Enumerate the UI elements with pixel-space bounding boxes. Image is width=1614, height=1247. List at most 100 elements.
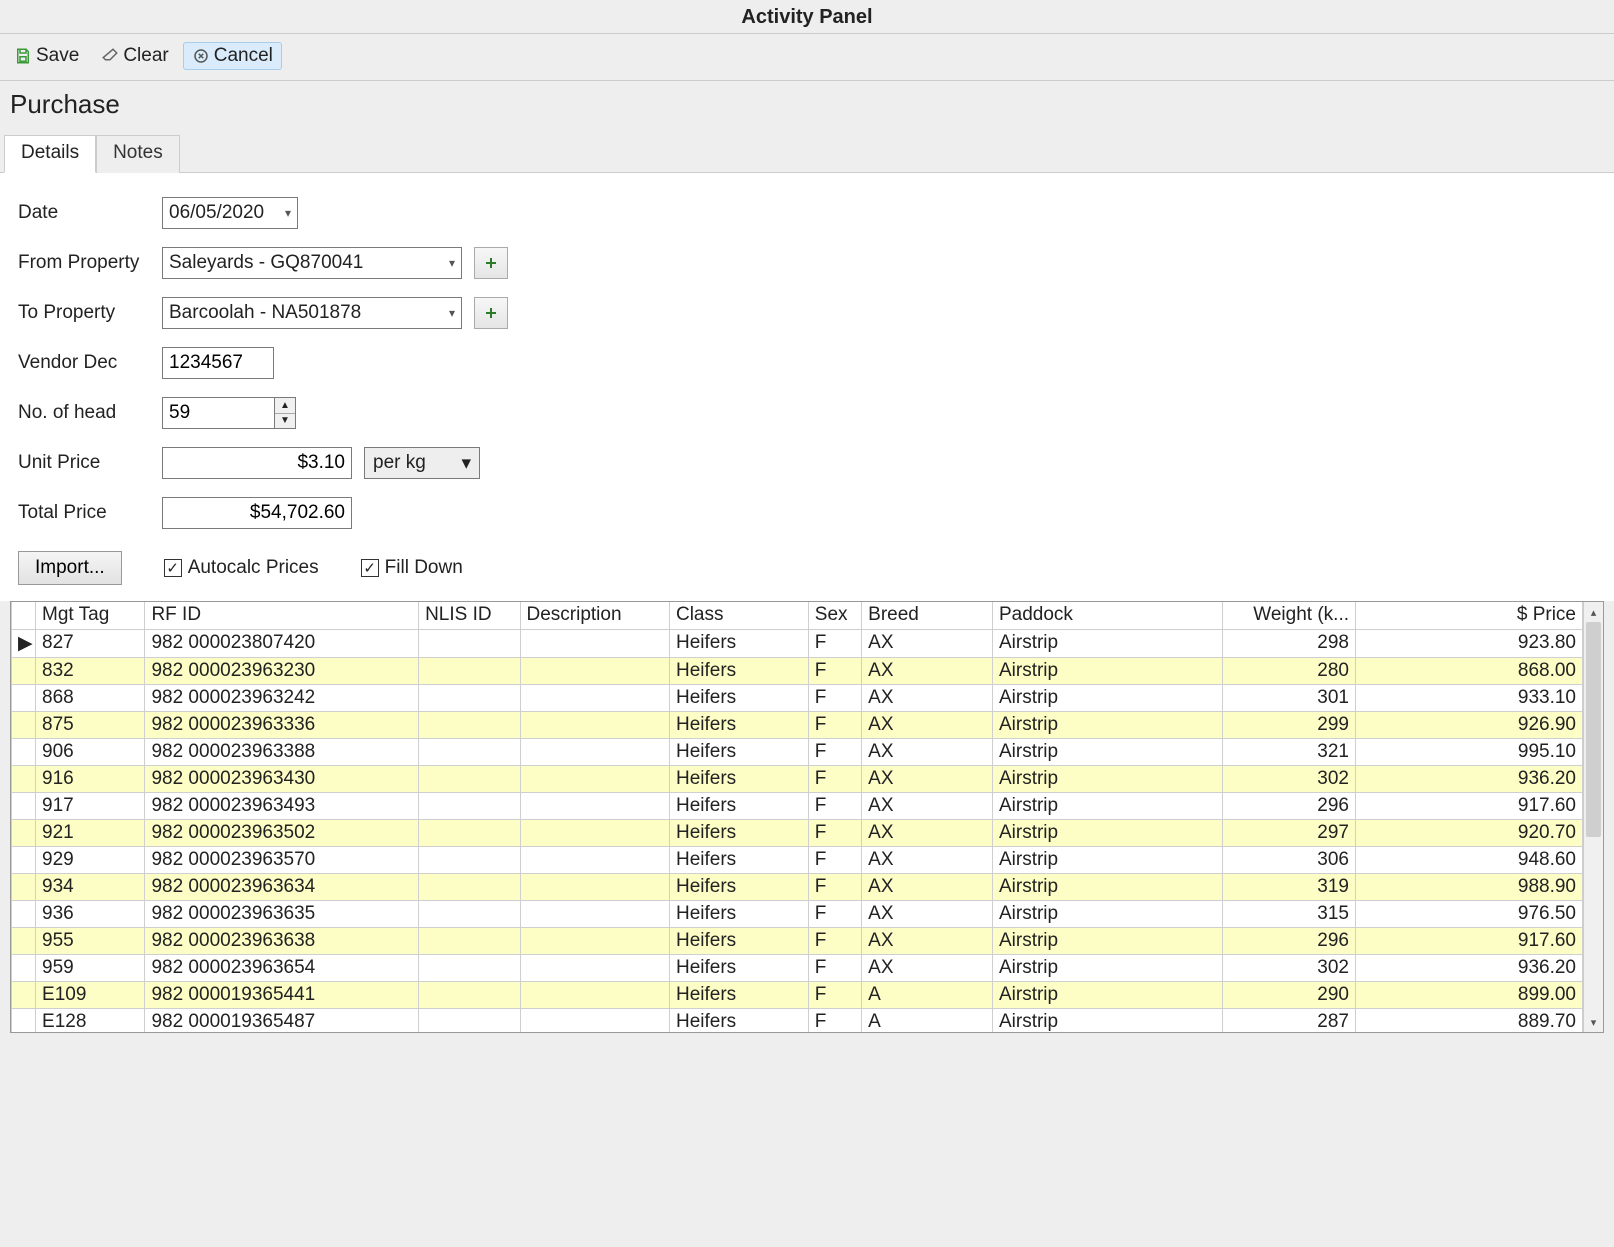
cell-weight[interactable]: 321 xyxy=(1222,738,1355,765)
cell-sex[interactable]: F xyxy=(808,657,861,684)
col-nlis-id[interactable]: NLIS ID xyxy=(419,602,520,629)
cell-weight[interactable]: 298 xyxy=(1222,629,1355,657)
cell-price[interactable]: 920.70 xyxy=(1356,819,1583,846)
cell-rf-id[interactable]: 982 000019365487 xyxy=(145,1008,419,1032)
cell-breed[interactable]: AX xyxy=(862,846,993,873)
table-row[interactable]: 916982 000023963430HeifersFAXAirstrip302… xyxy=(12,765,1583,792)
cell-sex[interactable]: F xyxy=(808,1008,861,1032)
table-row[interactable]: 868982 000023963242HeifersFAXAirstrip301… xyxy=(12,684,1583,711)
cell-paddock[interactable]: Airstrip xyxy=(992,684,1222,711)
cell-mgt-tag[interactable]: 916 xyxy=(36,765,145,792)
from-property-add-button[interactable] xyxy=(474,247,508,279)
cell-breed[interactable]: AX xyxy=(862,819,993,846)
cell-paddock[interactable]: Airstrip xyxy=(992,927,1222,954)
cell-mgt-tag[interactable]: 827 xyxy=(36,629,145,657)
cell-rf-id[interactable]: 982 000023963493 xyxy=(145,792,419,819)
cell-sex[interactable]: F xyxy=(808,873,861,900)
cell-mgt-tag[interactable]: 906 xyxy=(36,738,145,765)
cell-nlis-id[interactable] xyxy=(419,765,520,792)
cell-sex[interactable]: F xyxy=(808,819,861,846)
tab-details[interactable]: Details xyxy=(4,135,96,173)
col-mgt-tag[interactable]: Mgt Tag xyxy=(36,602,145,629)
cell-mgt-tag[interactable]: 832 xyxy=(36,657,145,684)
cell-sex[interactable]: F xyxy=(808,792,861,819)
cell-paddock[interactable]: Airstrip xyxy=(992,981,1222,1008)
cell-price[interactable]: 936.20 xyxy=(1356,954,1583,981)
cell-description[interactable] xyxy=(520,657,669,684)
cell-rf-id[interactable]: 982 000023963634 xyxy=(145,873,419,900)
to-property-select[interactable]: Barcoolah - NA501878 ▾ xyxy=(162,297,462,329)
cell-price[interactable]: 976.50 xyxy=(1356,900,1583,927)
cell-sex[interactable]: F xyxy=(808,981,861,1008)
cell-nlis-id[interactable] xyxy=(419,981,520,1008)
cell-breed[interactable]: AX xyxy=(862,684,993,711)
cell-price[interactable]: 936.20 xyxy=(1356,765,1583,792)
cell-breed[interactable]: AX xyxy=(862,657,993,684)
total-price-input[interactable] xyxy=(162,497,352,529)
cancel-button[interactable]: Cancel xyxy=(183,42,282,70)
cell-weight[interactable]: 280 xyxy=(1222,657,1355,684)
cell-breed[interactable]: AX xyxy=(862,738,993,765)
cell-weight[interactable]: 306 xyxy=(1222,846,1355,873)
stepper-up[interactable]: ▲ xyxy=(275,398,295,414)
cell-class[interactable]: Heifers xyxy=(669,1008,808,1032)
cell-class[interactable]: Heifers xyxy=(669,792,808,819)
table-row[interactable]: 832982 000023963230HeifersFAXAirstrip280… xyxy=(12,657,1583,684)
cell-description[interactable] xyxy=(520,792,669,819)
cell-weight[interactable]: 299 xyxy=(1222,711,1355,738)
cell-weight[interactable]: 319 xyxy=(1222,873,1355,900)
col-rf-id[interactable]: RF ID xyxy=(145,602,419,629)
cell-mgt-tag[interactable]: 875 xyxy=(36,711,145,738)
cell-rf-id[interactable]: 982 000023963430 xyxy=(145,765,419,792)
cell-mgt-tag[interactable]: 936 xyxy=(36,900,145,927)
cell-nlis-id[interactable] xyxy=(419,711,520,738)
from-property-select[interactable]: Saleyards - GQ870041 ▾ xyxy=(162,247,462,279)
col-paddock[interactable]: Paddock xyxy=(992,602,1222,629)
col-sex[interactable]: Sex xyxy=(808,602,861,629)
cell-class[interactable]: Heifers xyxy=(669,711,808,738)
cell-nlis-id[interactable] xyxy=(419,1008,520,1032)
cell-nlis-id[interactable] xyxy=(419,819,520,846)
cell-sex[interactable]: F xyxy=(808,765,861,792)
cell-breed[interactable]: A xyxy=(862,1008,993,1032)
cell-weight[interactable]: 297 xyxy=(1222,819,1355,846)
cell-rf-id[interactable]: 982 000023963230 xyxy=(145,657,419,684)
cell-price[interactable]: 899.00 xyxy=(1356,981,1583,1008)
cell-mgt-tag[interactable]: E128 xyxy=(36,1008,145,1032)
cell-weight[interactable]: 315 xyxy=(1222,900,1355,927)
import-button[interactable]: Import... xyxy=(18,551,122,585)
cell-class[interactable]: Heifers xyxy=(669,981,808,1008)
cell-price[interactable]: 917.60 xyxy=(1356,927,1583,954)
cell-paddock[interactable]: Airstrip xyxy=(992,900,1222,927)
cell-nlis-id[interactable] xyxy=(419,873,520,900)
cell-class[interactable]: Heifers xyxy=(669,873,808,900)
cell-paddock[interactable]: Airstrip xyxy=(992,629,1222,657)
cell-weight[interactable]: 302 xyxy=(1222,765,1355,792)
cell-paddock[interactable]: Airstrip xyxy=(992,738,1222,765)
table-row[interactable]: 917982 000023963493HeifersFAXAirstrip296… xyxy=(12,792,1583,819)
table-row[interactable]: 921982 000023963502HeifersFAXAirstrip297… xyxy=(12,819,1583,846)
cell-paddock[interactable]: Airstrip xyxy=(992,873,1222,900)
autocalc-checkbox[interactable]: ✓ Autocalc Prices xyxy=(164,557,319,579)
table-row[interactable]: 875982 000023963336HeifersFAXAirstrip299… xyxy=(12,711,1583,738)
cell-weight[interactable]: 296 xyxy=(1222,792,1355,819)
cell-description[interactable] xyxy=(520,981,669,1008)
cell-description[interactable] xyxy=(520,1008,669,1032)
cell-mgt-tag[interactable]: E109 xyxy=(36,981,145,1008)
cell-rf-id[interactable]: 982 000023963635 xyxy=(145,900,419,927)
cell-breed[interactable]: AX xyxy=(862,927,993,954)
cell-price[interactable]: 923.80 xyxy=(1356,629,1583,657)
cell-description[interactable] xyxy=(520,711,669,738)
unit-price-input[interactable] xyxy=(162,447,352,479)
cell-price[interactable]: 917.60 xyxy=(1356,792,1583,819)
cell-rf-id[interactable]: 982 000023963502 xyxy=(145,819,419,846)
cell-mgt-tag[interactable]: 868 xyxy=(36,684,145,711)
cell-breed[interactable]: AX xyxy=(862,629,993,657)
cell-price[interactable]: 988.90 xyxy=(1356,873,1583,900)
cell-sex[interactable]: F xyxy=(808,900,861,927)
cell-class[interactable]: Heifers xyxy=(669,629,808,657)
table-row[interactable]: 936982 000023963635HeifersFAXAirstrip315… xyxy=(12,900,1583,927)
unit-type-select[interactable]: per kg ▾ xyxy=(364,447,480,479)
cell-sex[interactable]: F xyxy=(808,711,861,738)
cell-paddock[interactable]: Airstrip xyxy=(992,765,1222,792)
